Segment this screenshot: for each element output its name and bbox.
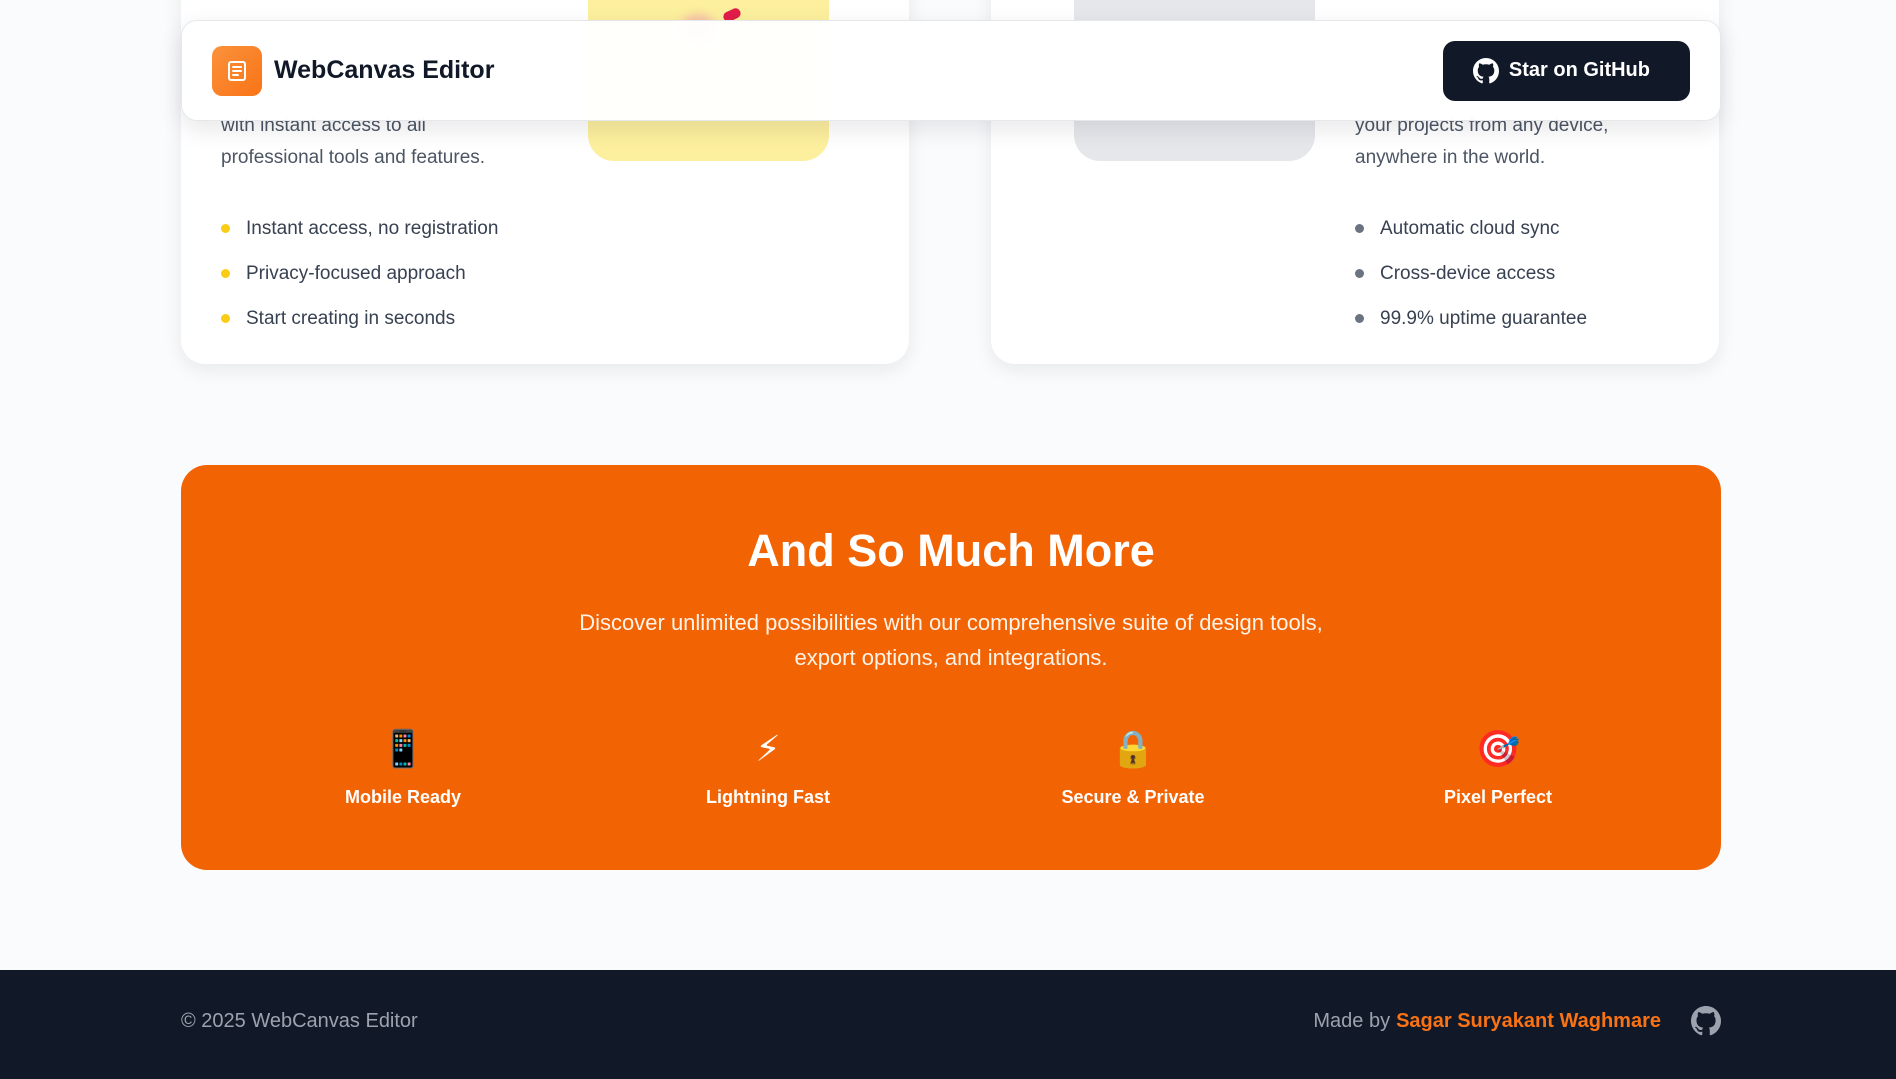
author-credit: Made by Sagar Suryakant Waghmare bbox=[1313, 1006, 1721, 1036]
github-button-label: Star on GitHub bbox=[1508, 59, 1650, 81]
feature-pixel-perfect: 🎯 Pixel Perfect bbox=[1388, 727, 1608, 808]
bullet-icon bbox=[221, 224, 230, 233]
list-item: Automatic cloud sync bbox=[1355, 206, 1587, 251]
list-item-label: Instant access, no registration bbox=[246, 217, 499, 239]
list-item: Start creating in seconds bbox=[221, 296, 498, 341]
mobile-phone-icon: 📱 bbox=[380, 728, 426, 769]
site-header: WebCanvas Editor Star on GitHub bbox=[181, 20, 1721, 121]
feature-list: Instant access, no registration Privacy-… bbox=[221, 206, 498, 341]
page: with instant access to all professional … bbox=[0, 0, 1896, 1079]
feature-lightning-fast: ⚡ Lightning Fast bbox=[658, 727, 878, 808]
feature-highlights: 📱 Mobile Ready ⚡ Lightning Fast 🔒 Secure… bbox=[181, 727, 1721, 827]
brand-name: WebCanvas Editor bbox=[274, 56, 495, 84]
feature-label: Lightning Fast bbox=[706, 787, 830, 807]
bullet-icon bbox=[1355, 269, 1364, 278]
github-icon bbox=[1472, 57, 1499, 84]
section-title: And So Much More bbox=[747, 525, 1155, 576]
feature-label: Pixel Perfect bbox=[1443, 787, 1553, 807]
copyright-text: © 2025 WebCanvas Editor bbox=[181, 1010, 418, 1032]
feature-mobile-ready: 📱 Mobile Ready bbox=[293, 727, 513, 808]
section-description: Discover unlimited possibilities with ou… bbox=[579, 610, 1323, 670]
feature-list: Automatic cloud sync Cross-device access… bbox=[1355, 206, 1587, 341]
author-link[interactable]: Sagar Suryakant Waghmare bbox=[1396, 1010, 1661, 1033]
feature-label: Mobile Ready bbox=[344, 787, 462, 807]
list-item-label: 99.9% uptime guarantee bbox=[1380, 307, 1588, 329]
made-by-label: Made by bbox=[1313, 1009, 1391, 1032]
site-footer: © 2025 WebCanvas Editor Made by Sagar Su… bbox=[0, 970, 1896, 1079]
bullet-icon bbox=[221, 314, 230, 323]
list-item: 99.9% uptime guarantee bbox=[1355, 296, 1587, 341]
bullet-icon bbox=[1355, 314, 1364, 323]
list-item: Cross-device access bbox=[1355, 251, 1587, 296]
lightning-icon: ⚡ bbox=[755, 728, 781, 769]
list-item: Instant access, no registration bbox=[221, 206, 498, 251]
feature-label: Secure & Private bbox=[1061, 787, 1205, 807]
list-item-label: Start creating in seconds bbox=[246, 307, 456, 329]
document-icon bbox=[212, 45, 262, 96]
bullet-icon bbox=[221, 269, 230, 278]
star-on-github-button[interactable]: Star on GitHub bbox=[1442, 40, 1690, 101]
bullet-icon bbox=[1355, 224, 1364, 233]
feature-secure-private: 🔒 Secure & Private bbox=[1023, 727, 1243, 808]
list-item-label: Privacy-focused approach bbox=[246, 262, 466, 284]
list-item: Privacy-focused approach bbox=[221, 251, 498, 296]
target-icon: 🎯 bbox=[1475, 728, 1521, 769]
github-icon[interactable] bbox=[1691, 1006, 1721, 1036]
list-item-label: Automatic cloud sync bbox=[1380, 217, 1560, 239]
list-item-label: Cross-device access bbox=[1380, 262, 1556, 284]
brand[interactable]: WebCanvas Editor bbox=[212, 45, 495, 96]
more-features-section: And So Much More Discover unlimited poss… bbox=[181, 465, 1721, 870]
lock-icon: 🔒 bbox=[1110, 728, 1156, 769]
